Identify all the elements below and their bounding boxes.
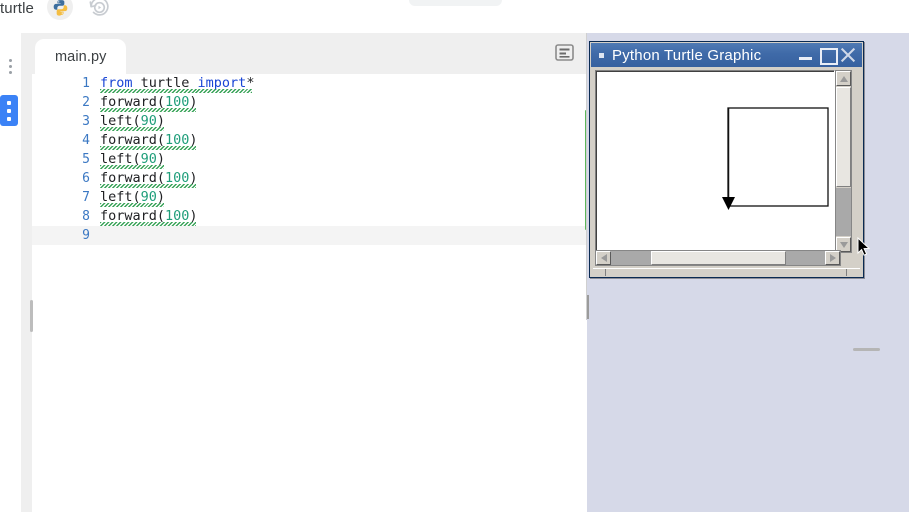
code-line: 7 left(90) [32, 188, 587, 207]
python-logo-icon [47, 0, 73, 20]
left-rail [0, 33, 21, 512]
close-icon[interactable] [838, 46, 857, 64]
turtle-graphics-window[interactable]: Python Turtle Graphic [589, 41, 864, 278]
code-line: 6 forward(100) [32, 169, 587, 188]
scroll-up-arrow-icon[interactable] [836, 71, 851, 86]
tab-main-py[interactable]: main.py [35, 39, 127, 74]
turtle-canvas[interactable] [595, 70, 835, 253]
turtle-status-bar [593, 268, 860, 276]
code-lines: 1 from turtle import* 2 forward(100) 3 l… [32, 74, 587, 512]
project-title: turtle [0, 0, 34, 17]
window-controls [796, 46, 857, 65]
line-number: 7 [82, 190, 90, 205]
line-number: 5 [82, 152, 90, 167]
rail-menu-active-icon[interactable] [0, 95, 18, 126]
turtle-vertical-scrollbar[interactable] [835, 70, 852, 253]
line-number: 3 [82, 114, 90, 129]
maximize-icon[interactable] [817, 46, 838, 65]
right-pane: Python Turtle Graphic [587, 33, 909, 512]
tab-label: main.py [55, 48, 107, 65]
turtle-horizontal-scrollbar[interactable] [595, 250, 841, 266]
app-root: turtle Run [0, 0, 909, 512]
scroll-right-arrow-icon[interactable] [825, 251, 840, 265]
horizontal-scroll-thumb[interactable] [651, 251, 786, 265]
turtle-window-body [591, 67, 862, 276]
vertical-scroll-thumb[interactable] [836, 87, 851, 187]
code-line: 4 forward(100) [32, 131, 587, 150]
format-list-icon[interactable] [555, 44, 574, 61]
window-system-icon [595, 49, 608, 62]
code-editor[interactable]: 1 from turtle import* 2 forward(100) 3 l… [32, 74, 587, 512]
turtle-drawing [722, 107, 829, 210]
line-number: 4 [82, 133, 90, 148]
top-header: turtle Run [0, 0, 909, 33]
run-button[interactable]: Run [409, 0, 502, 6]
minimize-icon[interactable] [796, 46, 815, 64]
editor-panel: main.py 1 from turtle import* 2 forward(… [21, 33, 587, 512]
turtle-window-titlebar[interactable]: Python Turtle Graphic [591, 43, 862, 67]
code-line: 3 left(90) [32, 112, 587, 131]
rail-menu-icon[interactable] [2, 55, 18, 77]
line-number: 9 [82, 228, 90, 243]
mouse-cursor-icon [857, 236, 871, 262]
vertical-scroll-track[interactable] [836, 188, 851, 236]
editor-tabbar: main.py [21, 33, 587, 74]
code-line: 5 left(90) [32, 150, 587, 169]
code-line-active: 9 [32, 226, 587, 245]
turtle-window-title: Python Turtle Graphic [612, 46, 762, 64]
code-line: 1 from turtle import* [32, 74, 587, 93]
line-number: 6 [82, 171, 90, 186]
scroll-left-arrow-icon[interactable] [596, 251, 611, 265]
line-number: 2 [82, 95, 90, 110]
line-number: 8 [82, 209, 90, 224]
line-number: 1 [82, 76, 90, 91]
console-resize-handle[interactable] [853, 348, 880, 351]
pane-resize-tick[interactable] [587, 295, 589, 319]
code-line: 2 forward(100) [32, 93, 587, 112]
panel-resize-handle[interactable] [30, 300, 33, 332]
history-replay-icon[interactable] [87, 0, 112, 20]
code-line: 8 forward(100) [32, 207, 587, 226]
